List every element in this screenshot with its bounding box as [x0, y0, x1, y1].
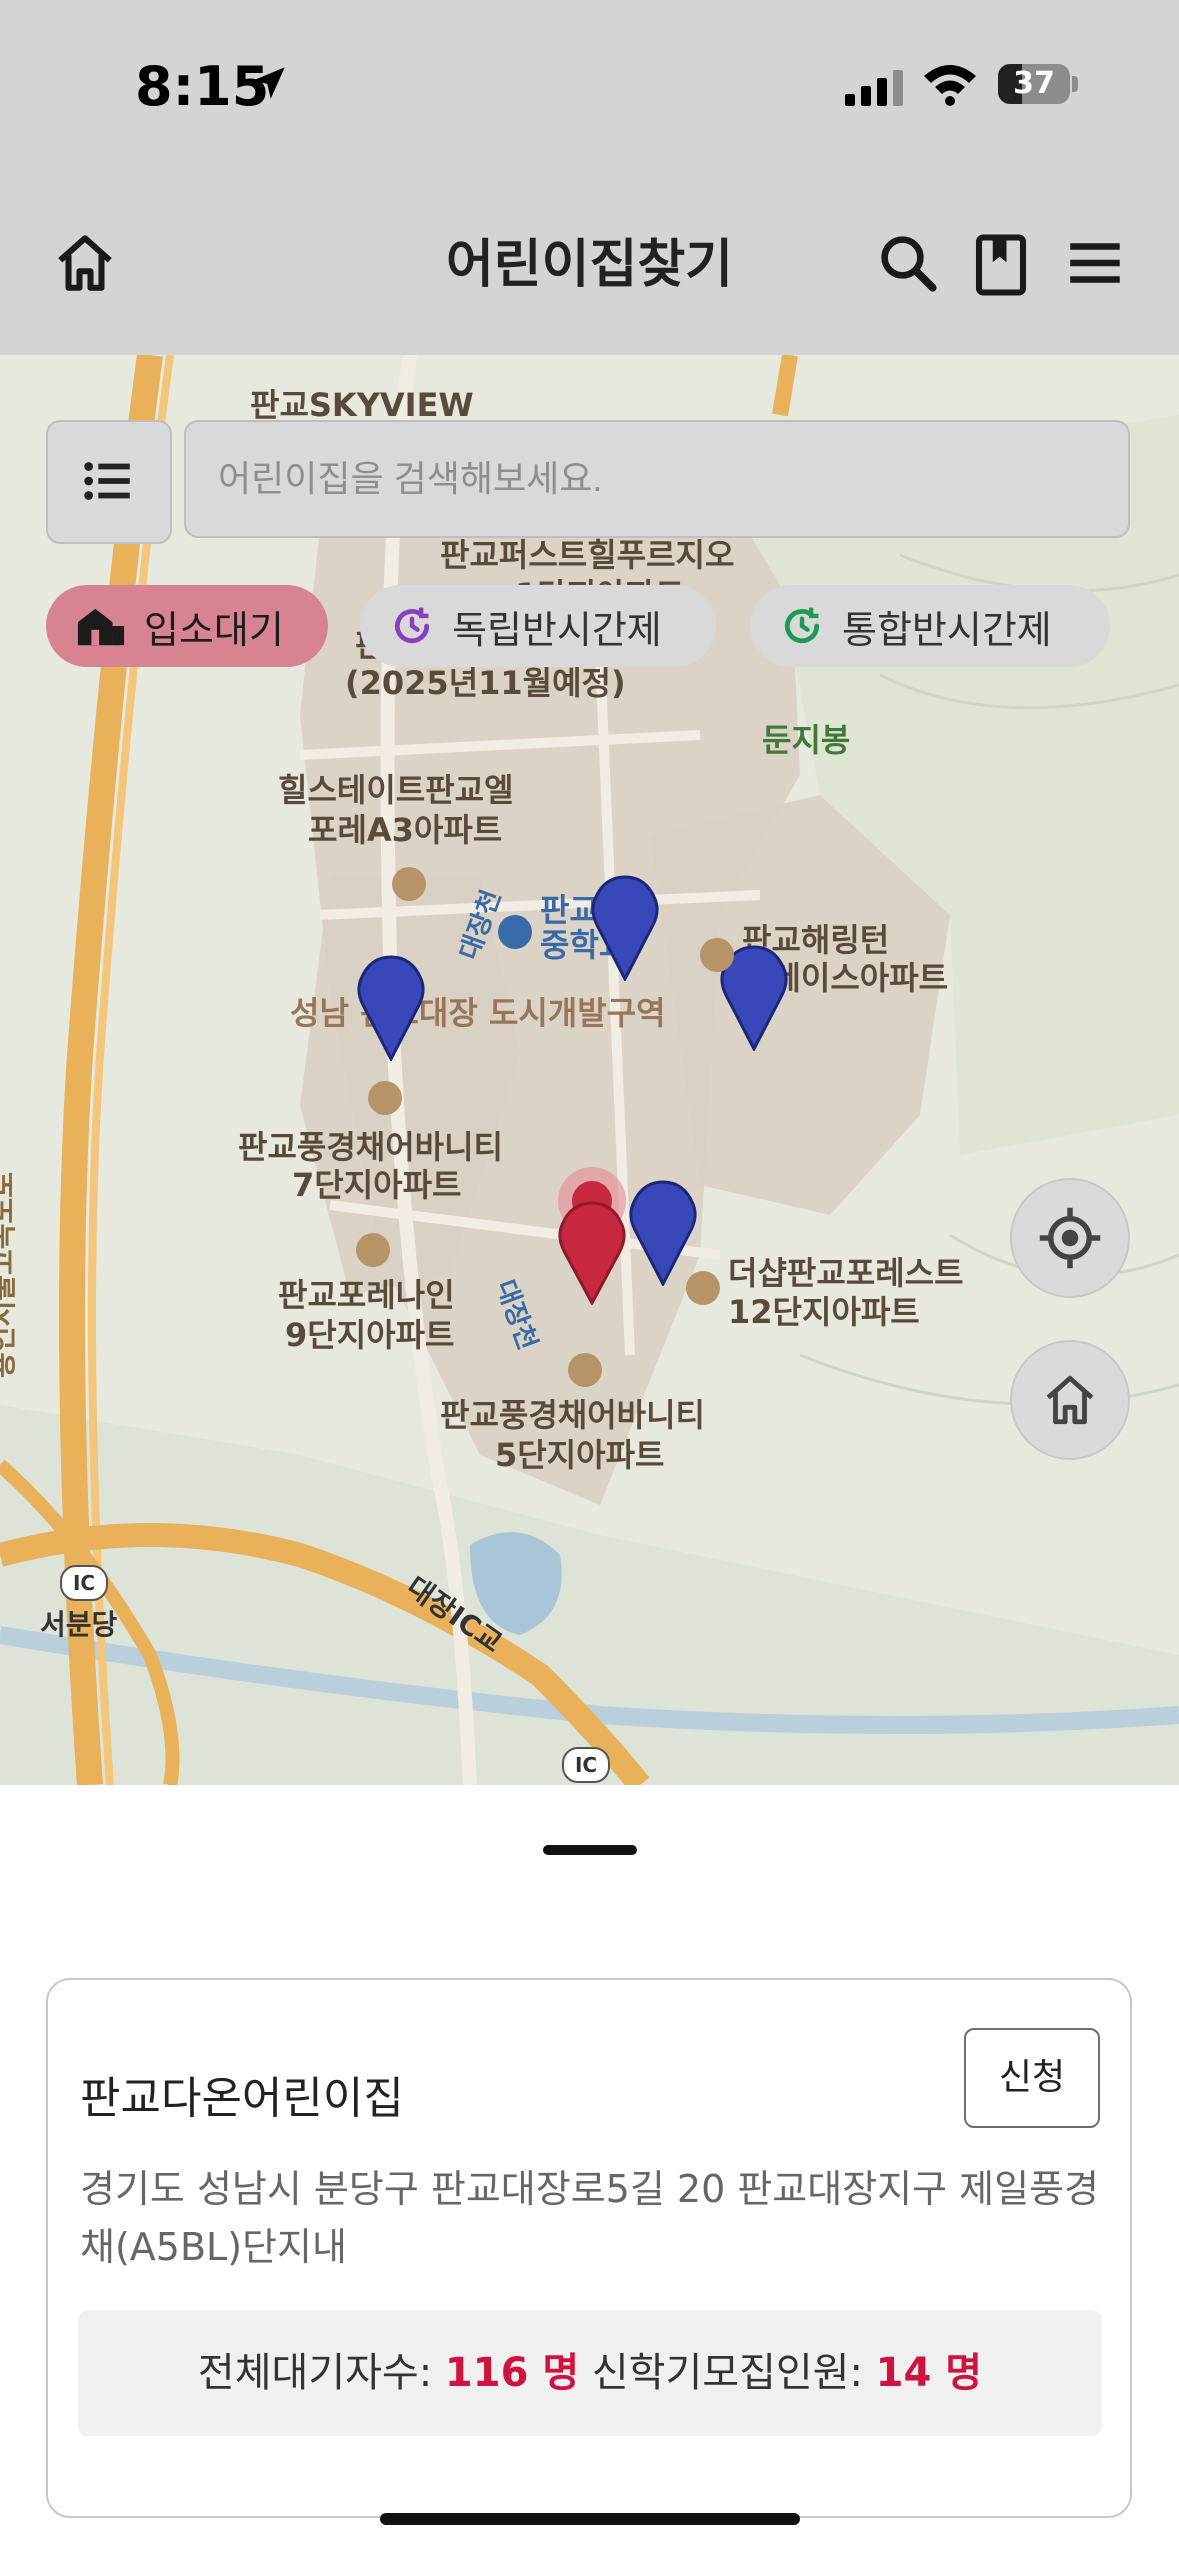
waiting-label: 전체대기자수:	[197, 2350, 433, 2396]
map-label: 힐스테이트판교엘	[278, 771, 514, 809]
ic-badge: IC	[562, 1747, 610, 1783]
recruit-label: 신학기모집인원:	[591, 2350, 863, 2396]
battery-tip	[1072, 76, 1078, 92]
daycare-address: 경기도 성남시 분당구 판교대장로5길 20 판교대장지구 제일풍경채(A5BL…	[80, 2167, 1100, 2269]
facility-marker[interactable]	[356, 955, 426, 1061]
clock-icon	[785, 607, 820, 644]
location-arrow-icon	[253, 67, 285, 99]
bottom-sheet: 판교다온어린이집 신청 경기도 성남시 분당구 판교대장로5길 20 판교대장지…	[0, 1785, 1179, 2556]
daycare-card[interactable]: 판교다온어린이집 신청 경기도 성남시 분당구 판교대장로5길 20 판교대장지…	[46, 1978, 1132, 2518]
building-pin	[368, 1081, 402, 1115]
battery-level: 37	[1013, 66, 1055, 101]
building-pin	[568, 1353, 602, 1387]
map-label: 9단지아파트	[285, 1316, 455, 1354]
recruit-count: 14 명	[875, 2350, 983, 2396]
facility-marker[interactable]	[590, 875, 660, 981]
wifi-icon	[924, 65, 976, 106]
home-location-button[interactable]	[1010, 1340, 1130, 1460]
filter-chip-independent[interactable]: 독립반시간제	[360, 585, 716, 667]
map-label: 판교풍경채어바니티	[440, 1396, 705, 1434]
building-pin	[686, 1271, 720, 1305]
filter-chip-label: 통합반시간제	[842, 607, 1052, 652]
status-bar: 8:15 37	[0, 0, 1179, 160]
building-icon	[77, 608, 125, 646]
map-label: 12단지아파트	[728, 1293, 920, 1331]
filter-chip-label: 입소대기	[144, 607, 284, 652]
locate-icon	[1039, 1207, 1101, 1269]
home-outline-icon	[1046, 1375, 1094, 1425]
app-header: 어린이집찾기	[0, 160, 1179, 357]
waiting-stats: 전체대기자수: 116 명 신학기모집인원: 14 명	[78, 2310, 1102, 2436]
filter-chip-integrated[interactable]: 통합반시간제	[750, 585, 1110, 667]
building-pin	[392, 867, 426, 901]
map-label: 용인서울고속도로	[0, 1171, 20, 1379]
map-label: 더샵판교포레스트	[728, 1254, 964, 1292]
sheet-drag-handle[interactable]	[543, 1845, 637, 1855]
map-label: 7단지아파트	[292, 1166, 462, 1204]
bookmark-icon[interactable]	[968, 230, 1034, 300]
map-label-mountain: 둔지봉	[762, 721, 851, 759]
menu-icon[interactable]	[1062, 230, 1128, 296]
school-pin	[498, 915, 532, 949]
map-label: 판교포레나인	[278, 1276, 455, 1314]
list-view-button[interactable]	[46, 420, 172, 544]
map-label: 포레A3아파트	[308, 811, 503, 849]
map-label: 판교SKYVIEW	[250, 386, 474, 424]
home-indicator	[380, 2513, 800, 2525]
map-label: 판교풍경채어바니티	[238, 1128, 503, 1166]
map-label: 성남 판교대장 도시개발구역	[290, 994, 666, 1032]
ic-badge: IC	[60, 1565, 108, 1601]
building-pin	[700, 938, 734, 972]
map-label: 서분당	[40, 1608, 118, 1641]
filter-chip-waiting[interactable]: 입소대기	[46, 585, 328, 667]
apply-button[interactable]: 신청	[964, 2028, 1100, 2128]
signal-icon	[845, 70, 903, 106]
list-icon	[84, 462, 130, 500]
selected-marker[interactable]	[542, 1165, 642, 1305]
my-location-button[interactable]	[1010, 1178, 1130, 1298]
clock-icon	[395, 607, 430, 644]
map-label: (2025년11월예정)	[345, 664, 626, 702]
map-label: 5단지아파트	[495, 1436, 665, 1474]
map-view[interactable]: 판교SKYVIEW 판교퍼스트힐푸르지오 1단지아파트 판 (2025년11월예…	[0, 355, 1179, 1785]
map-label: 판교퍼스트힐푸르지오	[440, 536, 735, 574]
building-pin	[356, 1233, 390, 1267]
daycare-name: 판교다온어린이집	[80, 2073, 404, 2124]
search-input[interactable]: 어린이집을 검색해보세요.	[184, 420, 1130, 538]
waiting-count: 116 명	[444, 2350, 580, 2396]
filter-chip-label: 독립반시간제	[452, 607, 662, 652]
search-icon[interactable]	[875, 230, 941, 296]
battery-indicator: 37	[998, 64, 1070, 104]
